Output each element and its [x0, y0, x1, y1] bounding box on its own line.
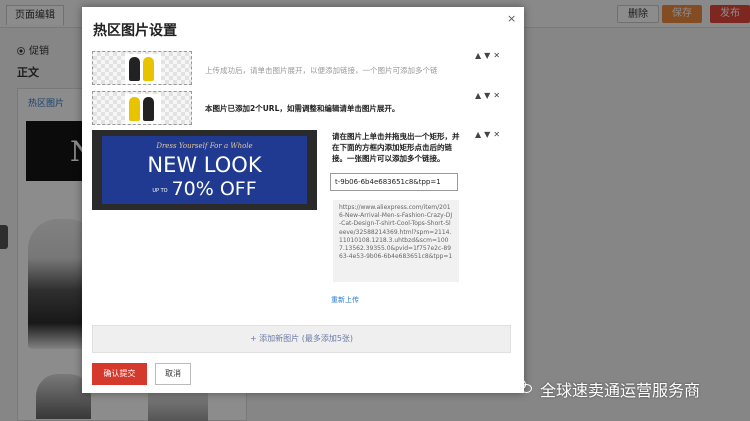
dialog-title: 热区图片设置 [93, 23, 177, 39]
link-url-list: https://www.aliexpress.com/item/2016-New… [333, 200, 459, 282]
move-up-icon[interactable]: ▲ [475, 51, 484, 60]
hotspot-banner-image[interactable]: Dress Yourself For a Whole NEW LOOK UP T… [92, 130, 317, 210]
close-icon[interactable]: × [507, 12, 516, 25]
figure-shape [129, 57, 140, 81]
confirm-submit-button[interactable]: 确认提交 [92, 363, 147, 385]
image-thumbnail[interactable] [92, 51, 192, 85]
delete-icon[interactable]: ✕ [493, 51, 503, 60]
banner-up-to: UP TO [152, 187, 168, 194]
row-status-text: 本图片已添加2个URL，如需调整和编辑请单击图片展开。 [205, 104, 400, 113]
row-actions: ▲▼✕ [475, 130, 503, 139]
figure-shape [143, 57, 154, 81]
move-down-icon[interactable]: ▼ [484, 91, 493, 100]
row-status-text: 上传成功后，请单击图片展开，以便添加链接，一个图片可添加多个链 [205, 66, 438, 75]
hotspot-instructions: 请在图片上单击并拖曳出一个矩形，并在下面的方框内添加矩形点击后的链接。一张图片可… [332, 132, 460, 163]
reupload-link[interactable]: 重新上传 [331, 295, 359, 305]
thumbnail-picture [125, 54, 161, 84]
bubble-shape [521, 384, 532, 393]
add-image-button[interactable]: + 添加新图片 (最多添加5张) [92, 325, 511, 353]
wechat-icon [512, 377, 534, 395]
watermark-text: 全球速卖通运营服务商 [540, 381, 701, 400]
figure-shape [129, 97, 140, 121]
delete-icon[interactable]: ✕ [493, 91, 503, 100]
row-actions: ▲▼✕ [475, 51, 503, 60]
banner-tagline: Dress Yourself For a Whole [156, 142, 253, 150]
banner-off-value: 70% OFF [171, 178, 257, 200]
move-down-icon[interactable]: ▼ [484, 51, 493, 60]
move-up-icon[interactable]: ▲ [475, 91, 484, 100]
thumbnail-picture [125, 94, 161, 124]
delete-icon[interactable]: ✕ [493, 130, 503, 139]
banner-content: Dress Yourself For a Whole NEW LOOK UP T… [102, 136, 307, 204]
link-url-input[interactable] [330, 173, 458, 191]
banner-discount: UP TO 70% OFF [102, 178, 307, 200]
cancel-button[interactable]: 取消 [155, 363, 191, 385]
hotspot-settings-dialog: 热区图片设置 × 上传成功后，请单击图片展开，以便添加链接，一个图片可添加多个链… [82, 7, 524, 393]
image-thumbnail[interactable] [92, 91, 192, 125]
row-actions: ▲▼✕ [475, 91, 503, 100]
figure-shape [143, 97, 154, 121]
move-down-icon[interactable]: ▼ [484, 130, 493, 139]
banner-title: NEW LOOK [147, 153, 262, 177]
move-up-icon[interactable]: ▲ [475, 130, 484, 139]
